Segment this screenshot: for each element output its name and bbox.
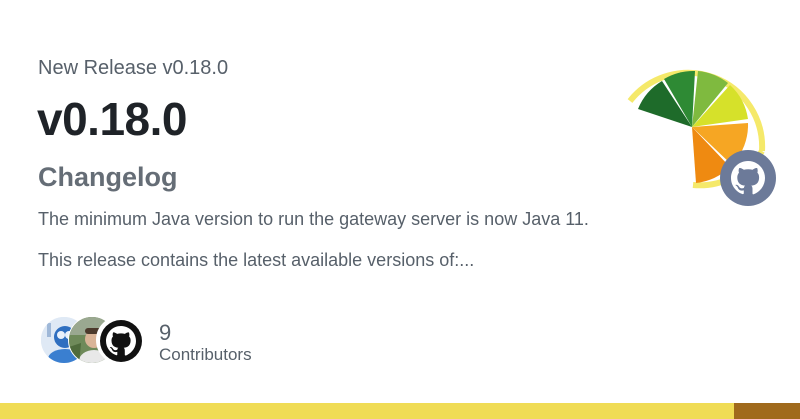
- lemon-slice-logo: [627, 69, 776, 206]
- changelog-paragraph-2: This release contains the latest availab…: [38, 250, 475, 270]
- contributor-label: Contributors: [159, 345, 252, 364]
- github-icon: [720, 150, 776, 206]
- accent-bar: [0, 403, 734, 419]
- accent-bar-end: [734, 403, 800, 419]
- release-title: v0.18.0: [37, 93, 187, 145]
- contributor-count: 9: [159, 320, 172, 345]
- github-icon: [96, 316, 144, 364]
- release-subtitle: New Release v0.18.0: [38, 57, 229, 79]
- contributor-avatars: [40, 316, 146, 366]
- repo-logo: [620, 57, 780, 207]
- changelog-paragraph-1: The minimum Java version to run the gate…: [38, 209, 589, 229]
- changelog-heading: Changelog: [38, 162, 178, 192]
- release-card: New Release v0.18.0 v0.18.0 Changelog Th…: [0, 0, 800, 419]
